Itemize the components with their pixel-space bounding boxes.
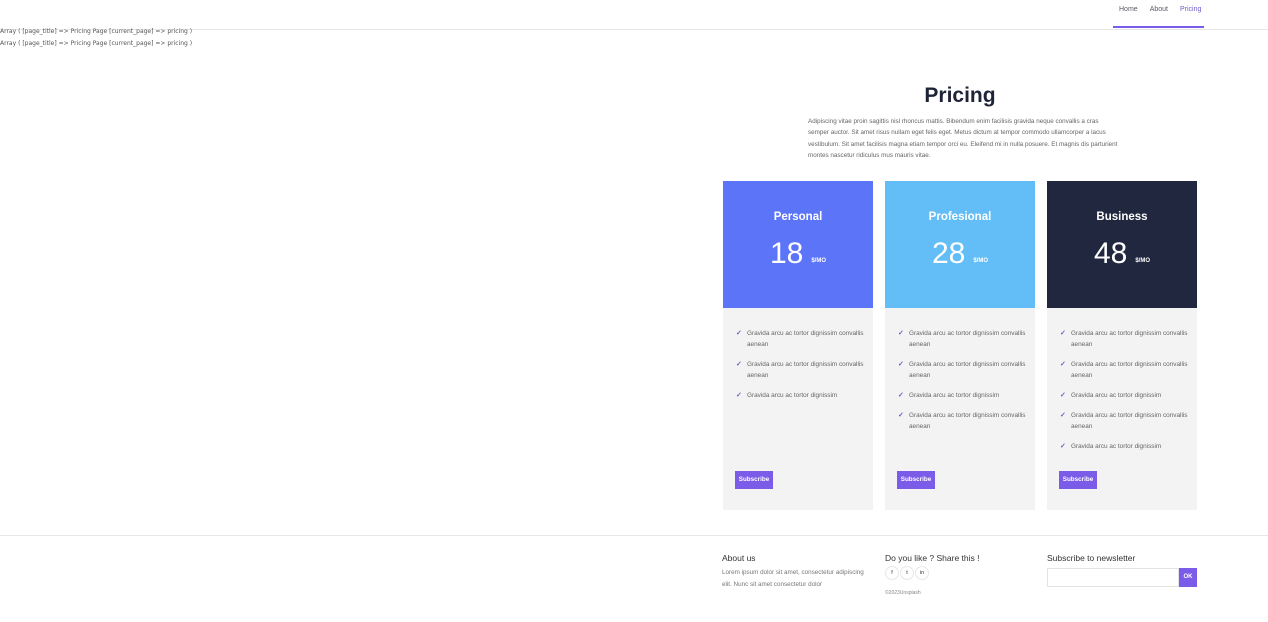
feature-text: Gravida arcu ac tortor dignissim	[1071, 392, 1162, 399]
share-title: Do you like ? Share this !	[885, 553, 980, 563]
check-icon: ✓	[1060, 361, 1066, 368]
subscribe-button[interactable]: Subscribe	[735, 471, 773, 489]
plan-name: Personal	[773, 211, 823, 223]
check-icon: ✓	[1060, 392, 1066, 399]
pricing-card-profesional: Profesional 28 $/MO ✓ Gravida arcu ac tort…	[885, 181, 1035, 510]
plan-name: Profesional	[928, 211, 992, 223]
feature-item: ✓ Gravida arcu ac tortor dignissim conval…	[898, 410, 1028, 432]
feature-text: Gravida arcu ac tortor dignissim	[909, 392, 1000, 399]
feature-text: Gravida arcu ac tortor dignissim	[747, 392, 838, 399]
check-icon: ✓	[1060, 443, 1066, 450]
check-icon: ✓	[898, 412, 904, 419]
copyright-text: ©2023Unsplash	[885, 590, 921, 596]
plan-price: 18 $/MO	[723, 237, 873, 271]
plan-name: Business	[1096, 211, 1148, 223]
feature-list: ✓ Gravida arcu ac tortor dignissim conval…	[736, 328, 866, 410]
check-icon: ✓	[1060, 412, 1066, 419]
check-icon: ✓	[898, 392, 904, 399]
feature-text: Gravida arcu ac tortor dignissim convall…	[1071, 330, 1188, 348]
linkedin-icon[interactable]: in	[915, 566, 929, 580]
nav-home-link[interactable]: Home	[1113, 0, 1144, 29]
plan-price: 48 $/MO	[1047, 237, 1197, 271]
feature-text: Gravida arcu ac tortor dignissim convall…	[1071, 412, 1188, 430]
facebook-icon[interactable]: f	[885, 566, 899, 580]
feature-text: Gravida arcu ac tortor dignissim	[1071, 443, 1162, 450]
check-icon: ✓	[898, 361, 904, 368]
check-icon: ✓	[736, 330, 742, 337]
nav-about-link[interactable]: About	[1144, 0, 1174, 29]
feature-list: ✓ Gravida arcu ac tortor dignissim conval…	[1060, 328, 1190, 461]
check-icon: ✓	[736, 361, 742, 368]
feature-text: Gravida arcu ac tortor dignissim convall…	[1071, 361, 1188, 379]
feature-item: ✓ Gravida arcu ac tortor dignissim conval…	[898, 359, 1028, 381]
debug-output-line: Array ( [page_title] => Pricing Page [cu…	[0, 28, 193, 35]
price-unit: $/MO	[1135, 258, 1151, 264]
price-unit: $/MO	[811, 258, 827, 264]
pricing-card-business: Business 48 $/MO ✓ Gravida arcu ac tortor …	[1047, 181, 1197, 510]
price-unit: $/MO	[973, 258, 989, 264]
feature-item: ✓ Gravida arcu ac tortor dignissim	[1060, 390, 1190, 401]
feature-item: ✓ Gravida arcu ac tortor dignissim conval…	[736, 359, 866, 381]
main-nav: Home About Pricing	[1113, 0, 1207, 29]
check-icon: ✓	[1060, 330, 1066, 337]
card-header: Business 48 $/MO	[1047, 181, 1197, 308]
feature-text: Gravida arcu ac tortor dignissim convall…	[747, 330, 864, 348]
pricing-intro-text: Adipiscing vitae proin sagittis nisl rho…	[808, 118, 1118, 160]
newsletter-title: Subscribe to newsletter	[1047, 553, 1136, 563]
card-header: Personal 18 $/MO	[723, 181, 873, 308]
about-text: Lorem ipsum dolor sit amet, consectetur …	[722, 569, 864, 588]
feature-item: ✓ Gravida arcu ac tortor dignissim	[736, 390, 866, 401]
subscribe-button[interactable]: Subscribe	[897, 471, 935, 489]
feature-text: Gravida arcu ac tortor dignissim convall…	[909, 330, 1026, 348]
feature-item: ✓ Gravida arcu ac tortor dignissim conval…	[1060, 359, 1190, 381]
price-amount: 28	[931, 237, 966, 270]
feature-text: Gravida arcu ac tortor dignissim convall…	[747, 361, 864, 379]
feature-item: ✓ Gravida arcu ac tortor dignissim conval…	[898, 328, 1028, 350]
nav-active-indicator	[1113, 26, 1204, 28]
check-icon: ✓	[898, 330, 904, 337]
nav-pricing-link[interactable]: Pricing	[1174, 0, 1207, 29]
page-title: Pricing	[924, 84, 996, 107]
twitter-icon[interactable]: t	[900, 566, 914, 580]
social-links: f t in	[885, 566, 930, 580]
feature-item: ✓ Gravida arcu ac tortor dignissim conval…	[1060, 410, 1190, 432]
top-navbar	[0, 0, 1268, 30]
feature-item: ✓ Gravida arcu ac tortor dignissim conval…	[736, 328, 866, 350]
feature-list: ✓ Gravida arcu ac tortor dignissim conval…	[898, 328, 1028, 441]
subscribe-button[interactable]: Subscribe	[1059, 471, 1097, 489]
card-header: Profesional 28 $/MO	[885, 181, 1035, 308]
newsletter-email-input[interactable]	[1047, 568, 1179, 587]
price-amount: 18	[769, 237, 804, 270]
feature-item: ✓ Gravida arcu ac tortor dignissim conval…	[1060, 328, 1190, 350]
feature-item: ✓ Gravida arcu ac tortor dignissim	[1060, 441, 1190, 452]
feature-text: Gravida arcu ac tortor dignissim convall…	[909, 412, 1026, 430]
plan-price: 28 $/MO	[885, 237, 1035, 271]
about-title: About us	[722, 553, 756, 563]
debug-output-line: Array ( [page_title] => Pricing Page [cu…	[0, 40, 193, 47]
price-amount: 48	[1093, 237, 1128, 270]
feature-item: ✓ Gravida arcu ac tortor dignissim	[898, 390, 1028, 401]
check-icon: ✓	[736, 392, 742, 399]
pricing-card-personal: Personal 18 $/MO ✓ Gravida arcu ac tortor …	[723, 181, 873, 510]
newsletter-ok-button[interactable]: OK	[1179, 568, 1197, 587]
feature-text: Gravida arcu ac tortor dignissim convall…	[909, 361, 1026, 379]
